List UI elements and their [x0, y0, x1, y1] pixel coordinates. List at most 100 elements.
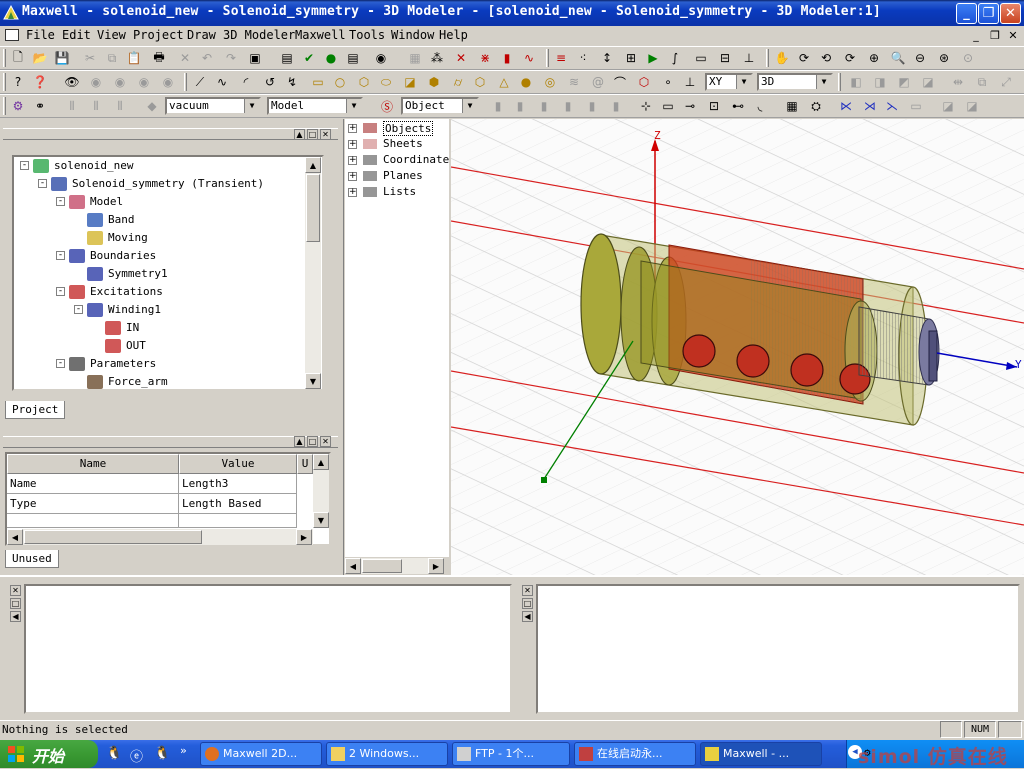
zoom-in-icon[interactable]: 🔍 — [889, 49, 907, 67]
group-icon[interactable]: ⁖ — [574, 49, 592, 67]
toolbar-grip[interactable] — [3, 97, 6, 115]
print-icon[interactable]: 🖶 — [150, 49, 168, 67]
split-tool-icon[interactable]: ◪ — [919, 73, 937, 91]
task-ftp[interactable]: FTP - 1个... — [452, 742, 570, 766]
tree-item[interactable]: - Solenoid_symmetry (Transient) — [14, 175, 304, 193]
delete-icon[interactable]: ✕ — [176, 49, 194, 67]
column-header-unit[interactable]: U — [297, 454, 313, 474]
quicklaunch-more-icon[interactable]: » — [180, 744, 187, 757]
scroll-thumb[interactable] — [306, 174, 320, 242]
panel-scroll-left-icon[interactable]: ▲ — [294, 436, 305, 447]
cut-icon[interactable]: ✂ — [81, 49, 99, 67]
panel-close-button[interactable]: ✕ — [10, 585, 21, 596]
plane-select[interactable]: XY ▼ — [705, 73, 753, 91]
property-value-cell[interactable]: Length Based — [179, 494, 297, 514]
function-icon[interactable]: ∫ — [666, 49, 684, 67]
zoom-out-icon[interactable]: ⊖ — [911, 49, 929, 67]
toolbar-grip[interactable] — [766, 49, 769, 67]
material-icon[interactable]: ⚙ — [9, 97, 27, 115]
document-window-icon[interactable] — [5, 29, 19, 41]
menu-edit[interactable]: Edit — [62, 28, 91, 42]
expand-toggle-icon[interactable]: + — [348, 188, 357, 197]
draw-circle-icon[interactable]: ○ — [331, 73, 349, 91]
menu-3d-modeler[interactable]: 3D Modeler — [223, 28, 295, 42]
collapse-toggle-icon[interactable]: - — [38, 179, 47, 188]
paste-icon[interactable]: 📋 — [125, 49, 143, 67]
scroll-right-button[interactable]: ▶ — [428, 558, 444, 574]
toolbar-grip[interactable] — [3, 73, 6, 91]
rotate-icon[interactable]: ⟳ — [795, 49, 813, 67]
task-maxwell[interactable]: Maxwell - ... — [700, 742, 822, 766]
measure-icon[interactable]: ▭ — [692, 49, 710, 67]
assign-icon[interactable]: ⚭ — [31, 97, 49, 115]
property-value-cell[interactable]: Length3 — [179, 474, 297, 494]
panel-close-button[interactable]: ✕ — [320, 436, 331, 447]
tree-item[interactable]: - Excitations — [14, 283, 304, 301]
snap-mode-icon[interactable]: Ⓢ — [378, 97, 396, 115]
draw-center-arc-icon[interactable]: ↺ — [261, 73, 279, 91]
coordinate-system-icon[interactable]: ⋉ — [837, 97, 855, 115]
mdi-restore-button[interactable]: ❐ — [987, 28, 1003, 42]
split-icon[interactable]: ⊟ — [716, 49, 734, 67]
draw-segmented-icon[interactable]: ⬡ — [635, 73, 653, 91]
plane-icon[interactable]: ⊥ — [681, 73, 699, 91]
align3-icon[interactable]: ⫴ — [111, 97, 129, 115]
scroll-up-button[interactable]: ▲ — [305, 157, 321, 173]
bar-chart-icon[interactable]: ▮ — [498, 49, 516, 67]
select-face-icon[interactable]: ▮ — [489, 97, 507, 115]
hscroll-thumb[interactable] — [24, 530, 202, 544]
minimize-button[interactable]: _ — [956, 3, 977, 24]
collapse-toggle-icon[interactable]: - — [20, 161, 29, 170]
draw-ellipse-icon[interactable]: ⬭ — [377, 73, 395, 91]
relative-cs-icon[interactable]: ⋊ — [861, 97, 879, 115]
task-maxwell-2d[interactable]: Maxwell 2D... — [200, 742, 322, 766]
tree-item[interactable]: - Boundaries — [14, 247, 304, 265]
draw-equation-icon[interactable]: ↯ — [283, 73, 301, 91]
tab-project[interactable]: Project — [5, 401, 66, 419]
close-button[interactable]: ✕ — [1000, 3, 1021, 24]
select-all-icon[interactable]: ▮ — [607, 97, 625, 115]
results-icon[interactable]: ▤ — [344, 49, 362, 67]
tree-item[interactable]: IN — [14, 319, 304, 337]
draw-cone-icon[interactable]: △ — [495, 73, 513, 91]
tree-item[interactable]: Band — [14, 211, 304, 229]
help-icon[interactable]: ? — [9, 73, 27, 91]
qq2-icon[interactable]: 🐧 — [154, 746, 170, 762]
sheet-icon[interactable]: ◪ — [939, 97, 957, 115]
history-item-lists[interactable]: + Lists — [345, 184, 449, 202]
snap-arc-center-icon[interactable]: ◟ — [751, 97, 769, 115]
select-edge-icon[interactable]: ▮ — [511, 97, 529, 115]
scale-icon[interactable]: ⤢ — [997, 73, 1015, 91]
menu-tools[interactable]: Tools — [349, 28, 385, 42]
dimension-select[interactable]: 3D ▼ — [757, 73, 833, 91]
context-help-icon[interactable]: ❓ — [31, 73, 49, 91]
mirror-icon[interactable]: ⇹ — [949, 73, 967, 91]
toolbar-grip[interactable] — [546, 49, 549, 67]
snap-quadrant-icon[interactable]: ⊷ — [729, 97, 747, 115]
menu-help[interactable]: Help — [439, 28, 468, 42]
align-icon[interactable]: ⫴ — [63, 97, 81, 115]
collapse-toggle-icon[interactable]: - — [56, 251, 65, 260]
draw-helix-icon[interactable]: ≋ — [565, 73, 583, 91]
face-cs-icon[interactable]: ⋋ — [883, 97, 901, 115]
panel-scroll-left-icon[interactable]: ◀ — [522, 611, 533, 622]
report-icon[interactable]: ∿ — [520, 49, 538, 67]
field-plot-icon[interactable]: ✕ — [452, 49, 470, 67]
transparency-icon[interactable]: ◉ — [159, 73, 177, 91]
scroll-down-button[interactable]: ▼ — [313, 512, 329, 528]
tree-item[interactable]: Symmetry1 — [14, 265, 304, 283]
scroll-left-button[interactable]: ◀ — [7, 529, 23, 545]
menu-view[interactable]: View — [97, 28, 126, 42]
move-icon[interactable]: ↕ — [598, 49, 616, 67]
menu-project[interactable]: Project — [133, 28, 184, 42]
tree-item[interactable]: - Winding1 — [14, 301, 304, 319]
scroll-up-button[interactable]: ▲ — [313, 454, 329, 470]
panel-maximize-button[interactable]: □ — [307, 129, 318, 140]
draw-rectangle-icon[interactable]: ▭ — [309, 73, 327, 91]
align2-icon[interactable]: ⫴ — [87, 97, 105, 115]
progress-window[interactable] — [536, 584, 1020, 714]
column-header-name[interactable]: Name — [7, 454, 179, 474]
3d-viewport[interactable]: Z Y — [451, 119, 1024, 575]
menu-window[interactable]: Window — [391, 28, 434, 42]
sheet2-icon[interactable]: ◪ — [963, 97, 981, 115]
